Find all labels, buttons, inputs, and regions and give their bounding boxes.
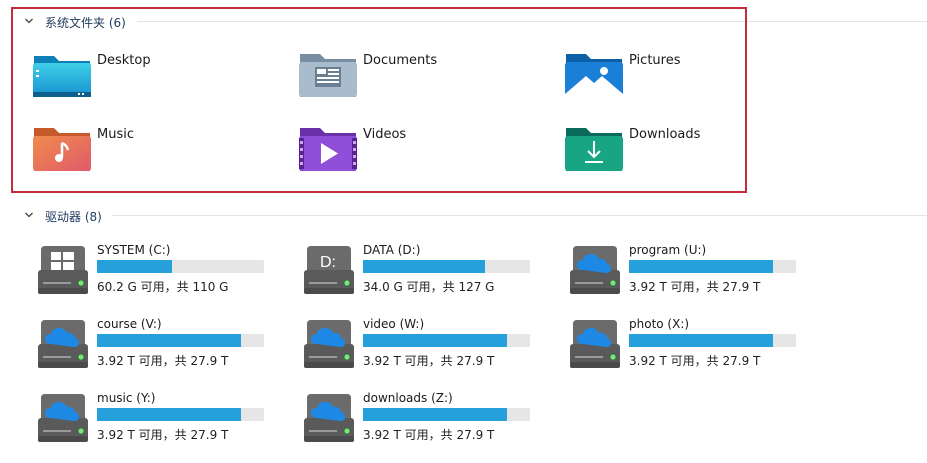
drives-section-title: 驱动器 (8) xyxy=(45,210,102,224)
music-folder-icon xyxy=(33,128,91,171)
desktop-folder-icon xyxy=(33,56,91,97)
drive-tile[interactable]: program (U:) 3.92 T 可用，共 27.9 T xyxy=(569,243,809,304)
drive-capacity: 34.0 G 可用，共 127 G xyxy=(363,280,495,294)
drive-usage-fill xyxy=(97,408,241,421)
drive-usage-fill xyxy=(363,408,507,421)
drive-capacity: 3.92 T 可用，共 27.9 T xyxy=(629,280,761,294)
windows-drive-icon xyxy=(38,246,88,294)
folder-videos[interactable]: Videos xyxy=(298,126,528,186)
pictures-folder-icon xyxy=(565,54,623,97)
drive-usage-fill xyxy=(97,334,241,347)
cloud-drive-icon xyxy=(304,320,354,368)
drive-tile[interactable]: D: DATA (D:) 34.0 G 可用，共 127 G xyxy=(303,243,543,304)
downloads-folder-icon xyxy=(565,128,623,171)
drive-usage-bar xyxy=(629,260,796,273)
drive-usage-bar xyxy=(363,260,530,273)
drive-usage-bar xyxy=(629,334,796,347)
folder-pictures[interactable]: Pictures xyxy=(564,52,794,112)
folder-desktop[interactable]: Desktop xyxy=(32,52,262,112)
cloud-drive-icon xyxy=(38,394,88,442)
drive-capacity: 3.92 T 可用，共 27.9 T xyxy=(363,354,495,368)
drive-name: program (U:) xyxy=(629,243,707,257)
drive-usage-fill xyxy=(629,260,773,273)
drive-usage-bar xyxy=(97,334,264,347)
drive-name: downloads (Z:) xyxy=(363,391,453,405)
folder-documents[interactable]: Documents xyxy=(298,52,528,112)
drive-name: course (V:) xyxy=(97,317,162,331)
drive-tile[interactable]: course (V:) 3.92 T 可用，共 27.9 T xyxy=(37,317,277,378)
drive-name: photo (X:) xyxy=(629,317,690,331)
drive-capacity: 3.92 T 可用，共 27.9 T xyxy=(363,428,495,442)
drive-capacity: 3.92 T 可用，共 27.9 T xyxy=(97,428,229,442)
drive-tile[interactable]: downloads (Z:) 3.92 T 可用，共 27.9 T xyxy=(303,391,543,452)
cloud-drive-icon xyxy=(38,320,88,368)
drive-name: music (Y:) xyxy=(97,391,156,405)
drive-tile[interactable]: video (W:) 3.92 T 可用，共 27.9 T xyxy=(303,317,543,378)
folder-label: Documents xyxy=(363,53,438,68)
drive-tile[interactable]: music (Y:) 3.92 T 可用，共 27.9 T xyxy=(37,391,277,452)
drive-tile[interactable]: photo (X:) 3.92 T 可用，共 27.9 T xyxy=(569,317,809,378)
drive-usage-bar xyxy=(97,260,264,273)
cloud-drive-icon xyxy=(570,246,620,294)
drive-usage-bar xyxy=(363,334,530,347)
folder-label: Downloads xyxy=(629,127,701,142)
drive-capacity: 3.92 T 可用，共 27.9 T xyxy=(97,354,229,368)
chevron-down-icon[interactable] xyxy=(24,210,34,220)
drive-usage-fill xyxy=(97,260,173,273)
cloud-drive-icon xyxy=(304,394,354,442)
cloud-drive-icon xyxy=(570,320,620,368)
documents-folder-icon xyxy=(299,54,357,97)
drive-usage-fill xyxy=(629,334,773,347)
drive-tile[interactable]: SYSTEM (C:) 60.2 G 可用，共 110 G xyxy=(37,243,277,304)
drive-usage-bar xyxy=(97,408,264,421)
drive-usage-bar xyxy=(363,408,530,421)
drive-name: video (W:) xyxy=(363,317,425,331)
svg-text:D:: D: xyxy=(320,254,336,271)
folder-label: Music xyxy=(97,127,134,142)
section-divider xyxy=(112,215,927,216)
videos-folder-icon xyxy=(299,128,357,171)
drive-usage-fill xyxy=(363,260,485,273)
drive-capacity: 3.92 T 可用，共 27.9 T xyxy=(629,354,761,368)
folder-downloads[interactable]: Downloads xyxy=(564,126,794,186)
drive-name: SYSTEM (C:) xyxy=(97,243,171,257)
drive-capacity: 60.2 G 可用，共 110 G xyxy=(97,280,229,294)
folder-label: Videos xyxy=(363,127,407,142)
folder-label: Pictures xyxy=(629,53,681,68)
d-drive-icon: D: xyxy=(304,246,354,294)
drive-name: DATA (D:) xyxy=(363,243,421,257)
drive-usage-fill xyxy=(363,334,507,347)
folder-label: Desktop xyxy=(97,53,151,68)
folder-music[interactable]: Music xyxy=(32,126,262,186)
